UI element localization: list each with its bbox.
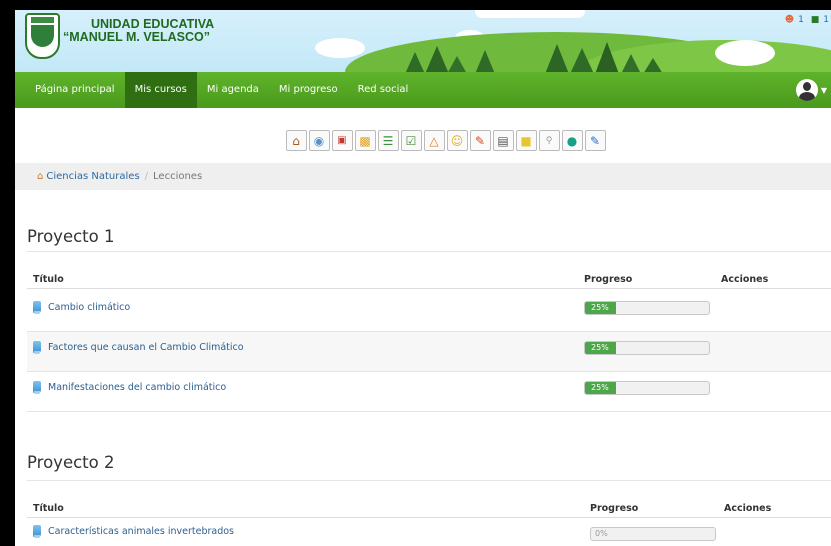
- section-divider: [27, 251, 831, 252]
- progress-bar: 0%: [590, 527, 716, 541]
- progress-label: 0%: [595, 529, 608, 538]
- breadcrumb-separator: /: [144, 171, 149, 182]
- chat-icon[interactable]: ●: [561, 130, 583, 151]
- col-title: Título: [33, 503, 64, 514]
- nav-agenda[interactable]: Mi agenda: [197, 72, 269, 108]
- section-divider: [27, 480, 831, 481]
- learning-path-icon[interactable]: ☰: [377, 130, 399, 151]
- table-row: Características animales invertebrados 0…: [27, 521, 831, 546]
- forum-icon[interactable]: ☺: [446, 130, 468, 151]
- gradebook-icon[interactable]: ▤: [492, 130, 514, 151]
- calendar-icon[interactable]: ▣: [331, 130, 353, 151]
- col-progress: Progreso: [590, 503, 639, 514]
- course-toolbar: ⌂ ◉ ▣ ▩ ☰ ☑ △ ☺ ✎ ▤ ■ ⚲ ● ✎: [15, 130, 831, 151]
- home-icon[interactable]: ⌂: [285, 130, 307, 151]
- main-navbar: Página principal Mis cursos Mi agenda Mi…: [15, 72, 831, 108]
- table-header: Título Progreso Acciones: [27, 498, 831, 518]
- header-banner: UNIDAD EDUCATIVA “MANUEL M. VELASCO” ☻ 1 …: [15, 10, 831, 72]
- lesson-icon: [33, 341, 41, 354]
- school-name-line2: “MANUEL M. VELASCO”: [63, 30, 210, 44]
- progress-bar: 25%: [584, 301, 710, 315]
- home-icon[interactable]: ⌂: [37, 171, 43, 182]
- documents-icon[interactable]: ▩: [354, 130, 376, 151]
- user-menu[interactable]: ▼: [795, 79, 827, 101]
- school-name: UNIDAD EDUCATIVA “MANUEL M. VELASCO”: [63, 18, 214, 44]
- col-actions: Acciones: [724, 503, 772, 514]
- table-row: Manifestaciones del cambio climático 25%: [27, 372, 831, 412]
- exercises-icon[interactable]: ☑: [400, 130, 422, 151]
- progress-fill: 25%: [585, 302, 616, 314]
- lesson-icon: [33, 525, 41, 538]
- nav-home[interactable]: Página principal: [25, 72, 125, 108]
- user-notification-icon[interactable]: ☻: [785, 15, 794, 25]
- breadcrumb-current: Lecciones: [153, 171, 203, 182]
- project-section-2: Proyecto 2: [27, 453, 831, 472]
- progress-fill: 25%: [585, 342, 616, 354]
- notification-count[interactable]: 1: [798, 15, 804, 25]
- assignments-icon[interactable]: ✎: [584, 130, 606, 151]
- school-logo: [25, 13, 60, 59]
- banner-search-shape: [475, 10, 585, 18]
- announcements-icon[interactable]: △: [423, 130, 445, 151]
- section-title: Proyecto 2: [27, 453, 115, 472]
- app-window: UNIDAD EDUCATIVA “MANUEL M. VELASCO” ☻ 1 …: [15, 10, 831, 546]
- lesson-icon: [33, 381, 41, 394]
- progress-bar: 25%: [584, 381, 710, 395]
- col-title: Título: [33, 274, 64, 285]
- course-description-icon[interactable]: ◉: [308, 130, 330, 151]
- lesson-link[interactable]: Factores que causan el Cambio Climático: [48, 342, 244, 353]
- nav-my-courses[interactable]: Mis cursos: [124, 72, 197, 108]
- table-row: Factores que causan el Cambio Climático …: [27, 332, 831, 372]
- lesson-link[interactable]: Cambio climático: [48, 302, 130, 313]
- trees-decoration: [405, 42, 662, 72]
- breadcrumb: ⌂ Ciencias Naturales / Lecciones: [15, 163, 831, 190]
- messages-icon[interactable]: ■: [811, 15, 820, 25]
- nav-social-network[interactable]: Red social: [348, 72, 419, 108]
- lesson-link[interactable]: Características animales invertebrados: [48, 526, 234, 537]
- avatar[interactable]: [795, 79, 818, 101]
- chevron-down-icon[interactable]: ▼: [821, 86, 827, 95]
- nav-my-progress[interactable]: Mi progreso: [269, 72, 348, 108]
- col-actions: Acciones: [721, 274, 769, 285]
- lesson-icon: [33, 301, 41, 314]
- wiki-icon[interactable]: ✎: [469, 130, 491, 151]
- col-progress: Progreso: [584, 274, 633, 285]
- lesson-link[interactable]: Manifestaciones del cambio climático: [48, 382, 226, 393]
- messages-count[interactable]: 1: [823, 15, 829, 25]
- table-header: Título Progreso Acciones: [27, 269, 831, 289]
- section-title: Proyecto 1: [27, 227, 115, 246]
- search-icon[interactable]: ⚲: [538, 130, 560, 151]
- cloud-decoration: [715, 40, 775, 66]
- progress-fill: 25%: [585, 382, 616, 394]
- top-stats: ☻ 1 ■ 1: [781, 15, 829, 25]
- table-row: Cambio climático 25%: [27, 292, 831, 332]
- progress-bar: 25%: [584, 341, 710, 355]
- breadcrumb-course-link[interactable]: Ciencias Naturales: [46, 171, 139, 182]
- project-section-1: Proyecto 1: [27, 227, 831, 246]
- cloud-decoration: [315, 38, 365, 58]
- notebook-icon[interactable]: ■: [515, 130, 537, 151]
